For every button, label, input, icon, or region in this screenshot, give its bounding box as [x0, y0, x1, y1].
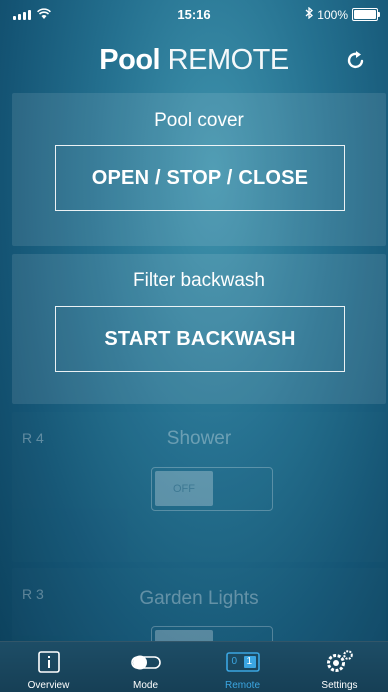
- app-title-bold: Pool: [99, 44, 161, 76]
- status-right: 100%: [305, 6, 380, 22]
- tab-bar: Overview Mode 0 1 Remote Settings: [0, 641, 388, 692]
- filter-backwash-label: Filter backwash: [133, 270, 265, 291]
- pool-cover-card: Pool cover OPEN / STOP / CLOSE: [12, 93, 386, 246]
- remote-switch-icon: 0 1: [225, 649, 261, 680]
- start-backwash-button[interactable]: START BACKWASH: [55, 306, 345, 372]
- app-title-light: REMOTE: [167, 44, 290, 76]
- info-icon: [36, 649, 62, 680]
- toggle-off-label: OFF: [155, 471, 213, 506]
- remote-icon-digit-1: 1: [246, 656, 253, 667]
- filter-backwash-card: Filter backwash START BACKWASH: [12, 254, 386, 404]
- bluetooth-icon: [305, 6, 314, 22]
- pool-cover-label: Pool cover: [154, 110, 244, 131]
- remote-icon-digit-0: 0: [231, 656, 238, 667]
- tab-settings[interactable]: Settings: [291, 642, 388, 692]
- garden-lights-label: Garden Lights: [139, 588, 259, 609]
- app-header: Pool REMOTE: [0, 38, 388, 86]
- shower-card: R 4 Shower OFF: [12, 412, 386, 562]
- app-title: Pool REMOTE: [0, 38, 388, 82]
- pool-remote-app: 15:16 100% Pool REMOTE Pool cover OPEN /…: [0, 0, 388, 692]
- tab-settings-label: Settings: [321, 680, 358, 691]
- tab-mode-label: Mode: [132, 680, 158, 691]
- battery-icon: [352, 8, 380, 21]
- battery-percent: 100%: [317, 7, 348, 22]
- tab-overview-label: Overview: [27, 680, 70, 691]
- tab-overview[interactable]: Overview: [0, 642, 97, 692]
- tab-remote-label: Remote: [224, 680, 260, 691]
- refresh-icon[interactable]: [344, 48, 368, 72]
- shower-label: Shower: [166, 428, 232, 449]
- toggle-switch-icon: [129, 649, 163, 680]
- gear-icon: [324, 649, 356, 680]
- open-stop-close-button[interactable]: OPEN / STOP / CLOSE: [55, 145, 345, 211]
- shower-toggle[interactable]: OFF: [151, 467, 273, 511]
- tab-remote[interactable]: 0 1 Remote: [194, 642, 291, 692]
- status-bar: 15:16 100%: [0, 0, 388, 30]
- tab-mode[interactable]: Mode: [97, 642, 194, 692]
